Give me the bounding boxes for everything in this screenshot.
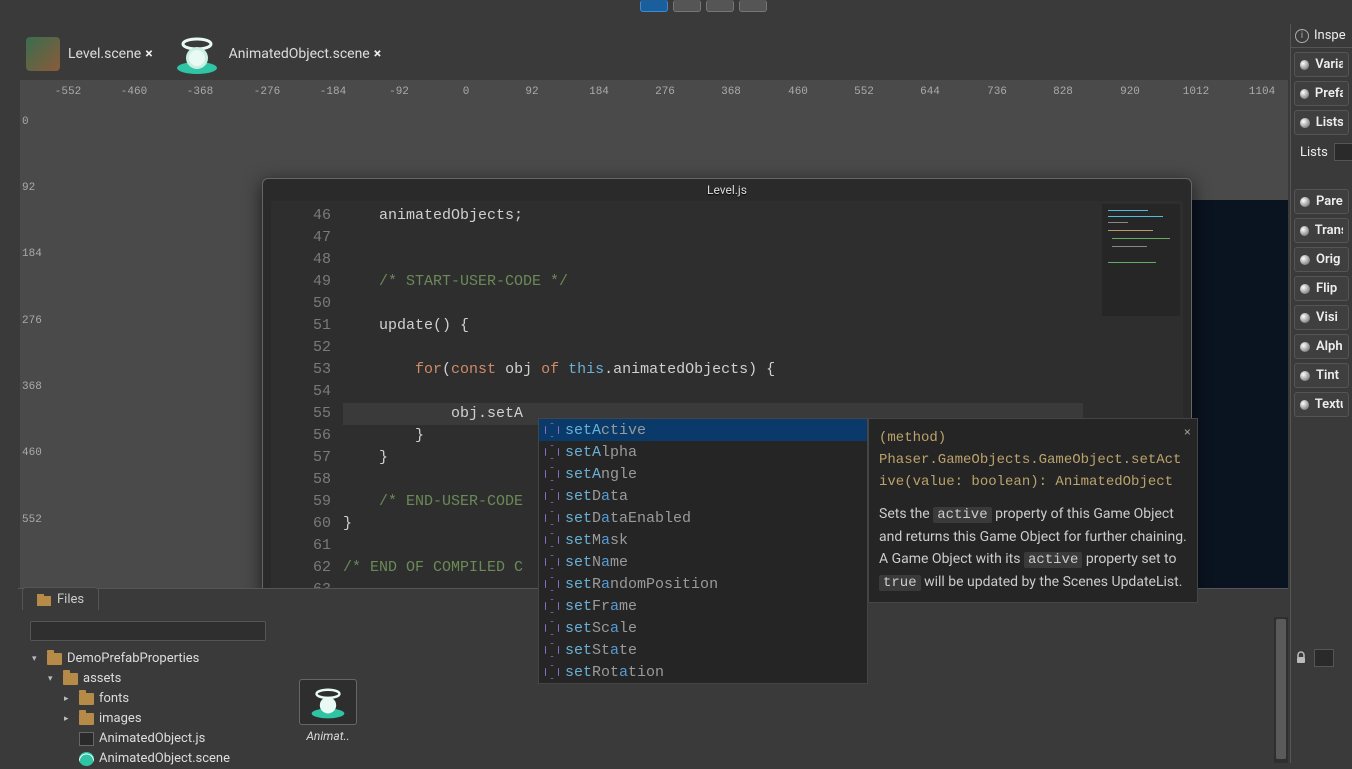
close-icon[interactable]: × — [374, 46, 381, 62]
folder-icon — [79, 713, 94, 725]
tree-folder[interactable]: ▸images — [30, 709, 276, 729]
section-tint[interactable]: Tint — [1294, 363, 1349, 388]
section-origin[interactable]: Orig — [1294, 247, 1349, 272]
lock-input[interactable] — [1314, 649, 1334, 667]
line-gutter: 46474849505152535455565758596061626364 — [271, 201, 331, 623]
autocomplete-item[interactable]: setScale — [539, 617, 867, 639]
method-icon — [545, 599, 559, 613]
scene-file-icon — [79, 752, 94, 766]
ruler-vertical: 0 92 184 276 368 460 552 — [20, 100, 40, 588]
section-flip[interactable]: Flip — [1294, 276, 1349, 301]
autocomplete-item[interactable]: setDataEnabled — [539, 507, 867, 529]
autocomplete-item[interactable]: setAlpha — [539, 441, 867, 463]
folder-icon — [63, 673, 78, 685]
bullet-icon — [1300, 118, 1310, 128]
bullet-icon — [1300, 284, 1310, 294]
bullet-icon — [1300, 89, 1309, 99]
lists-field[interactable]: Lists — [1294, 143, 1349, 161]
section-alpha[interactable]: Alph — [1294, 334, 1349, 359]
method-icon — [545, 467, 559, 481]
tool-2[interactable] — [673, 0, 701, 12]
bullet-icon — [1300, 197, 1310, 207]
tab-label: AnimatedObject.scene — [229, 46, 370, 62]
autocomplete-item[interactable]: setActive — [539, 419, 867, 441]
tree-file[interactable]: AnimatedObject.js — [30, 729, 276, 749]
section-texture[interactable]: Textu — [1294, 392, 1349, 417]
autocomplete-item[interactable]: setName — [539, 551, 867, 573]
lock-icon — [1294, 651, 1308, 665]
bullet-icon — [1300, 371, 1310, 381]
files-search-input[interactable] — [30, 621, 266, 641]
scene-tabs: Level.scene × AnimatedObject.scene × — [20, 32, 1352, 76]
bullet-icon — [1300, 255, 1310, 265]
autocomplete-item[interactable]: setMask — [539, 529, 867, 551]
method-icon — [545, 555, 559, 569]
tab-animatedobject-scene[interactable]: AnimatedObject.scene × — [167, 30, 388, 78]
bullet-icon — [1300, 60, 1309, 70]
tool-1[interactable] — [640, 0, 668, 12]
autocomplete-item[interactable]: setAngle — [539, 463, 867, 485]
doc-signature: (method) Phaser.GameObjects.GameObject.s… — [879, 427, 1187, 493]
method-icon — [545, 445, 559, 459]
editor-title: Level.js — [263, 179, 1191, 201]
file-thumbnail[interactable]: Animat.. — [298, 679, 358, 743]
minimap[interactable] — [1102, 204, 1180, 316]
method-icon — [545, 489, 559, 503]
js-file-icon — [79, 732, 94, 746]
autocomplete-item[interactable]: setData — [539, 485, 867, 507]
section-prefab[interactable]: Prefa — [1294, 81, 1349, 106]
tab-thumbnail-icon — [173, 32, 221, 76]
method-icon — [545, 423, 559, 437]
tree-file[interactable]: AnimatedObject.scene — [30, 749, 276, 769]
method-icon — [545, 533, 559, 547]
close-icon[interactable]: × — [145, 46, 152, 62]
section-transform[interactable]: Trans — [1294, 218, 1349, 243]
info-icon: i — [1295, 29, 1309, 43]
tree-folder[interactable]: ▸fonts — [30, 689, 276, 709]
tool-3[interactable] — [706, 0, 734, 12]
tab-level-scene[interactable]: Level.scene × — [20, 35, 159, 73]
tree-folder[interactable]: ▾assets — [30, 669, 276, 689]
folder-icon — [37, 594, 51, 606]
method-icon — [545, 621, 559, 635]
file-tree[interactable]: ▾DemoPrefabProperties ▾assets ▸fonts ▸im… — [30, 649, 276, 769]
autocomplete-item[interactable]: setFrame — [539, 595, 867, 617]
method-icon — [545, 643, 559, 657]
lists-input[interactable] — [1334, 143, 1352, 161]
section-visible[interactable]: Visi — [1294, 305, 1349, 330]
section-parent[interactable]: Pare — [1294, 189, 1349, 214]
method-icon — [545, 665, 559, 679]
autocomplete-item[interactable]: setRotation — [539, 661, 867, 683]
method-icon — [545, 511, 559, 525]
ruler-horizontal: -552 -460 -368 -276 -184 -92 0 92 184 27… — [20, 80, 1288, 102]
autocomplete-item[interactable]: setRandomPosition — [539, 573, 867, 595]
autocomplete-doc: × (method) Phaser.GameObjects.GameObject… — [868, 418, 1198, 603]
tab-thumbnail-icon — [26, 37, 60, 71]
bullet-icon — [1300, 226, 1309, 236]
bullet-icon — [1300, 313, 1310, 323]
scrollbar[interactable] — [1274, 617, 1288, 763]
bullet-icon — [1300, 342, 1310, 352]
doc-body: Sets the active property of this Game Ob… — [879, 503, 1187, 594]
ship-icon — [308, 684, 348, 720]
tree-folder[interactable]: ▾DemoPrefabProperties — [30, 649, 276, 669]
lock-row[interactable] — [1294, 649, 1349, 667]
top-toolbar — [640, 0, 767, 12]
tab-label: Level.scene — [68, 46, 141, 62]
autocomplete-popup[interactable]: setActivesetAlphasetAnglesetDatasetDataE… — [538, 418, 868, 684]
tool-4[interactable] — [739, 0, 767, 12]
method-icon — [545, 577, 559, 591]
autocomplete-item[interactable]: setState — [539, 639, 867, 661]
bullet-icon — [1300, 400, 1309, 410]
section-lists[interactable]: Lists — [1294, 110, 1349, 135]
files-tab[interactable]: Files — [22, 587, 99, 610]
folder-icon — [79, 693, 94, 705]
inspector-panel: i Inspe Varia Prefa Lists Lists Pare Tra… — [1290, 24, 1352, 763]
section-variable[interactable]: Varia — [1294, 52, 1349, 77]
folder-icon — [47, 653, 62, 665]
inspector-title: i Inspe — [1291, 24, 1352, 48]
close-icon[interactable]: × — [1184, 422, 1191, 444]
